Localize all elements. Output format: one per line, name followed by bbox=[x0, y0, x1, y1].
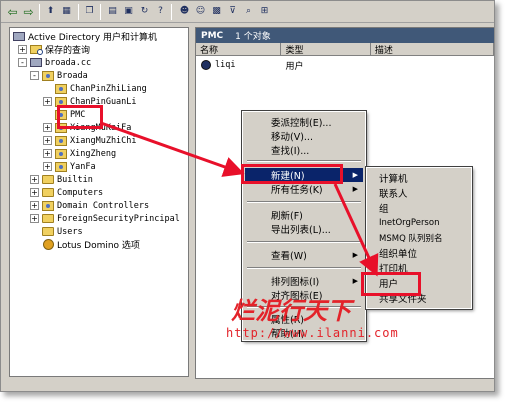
arrow-to-new bbox=[100, 121, 245, 177]
watermark-title: 烂泥行天下 bbox=[231, 296, 351, 325]
mmc-window: ⇦ ⇨ ⬆ ▦ ❐ ▤ ▣ ↻ ? ☻ ☺ ▩ ⊽ ⌕ ⊞ Active Dir… bbox=[0, 0, 495, 392]
arrow-to-user bbox=[333, 183, 379, 277]
watermark-url: http://www.ilanni.com bbox=[226, 326, 399, 340]
